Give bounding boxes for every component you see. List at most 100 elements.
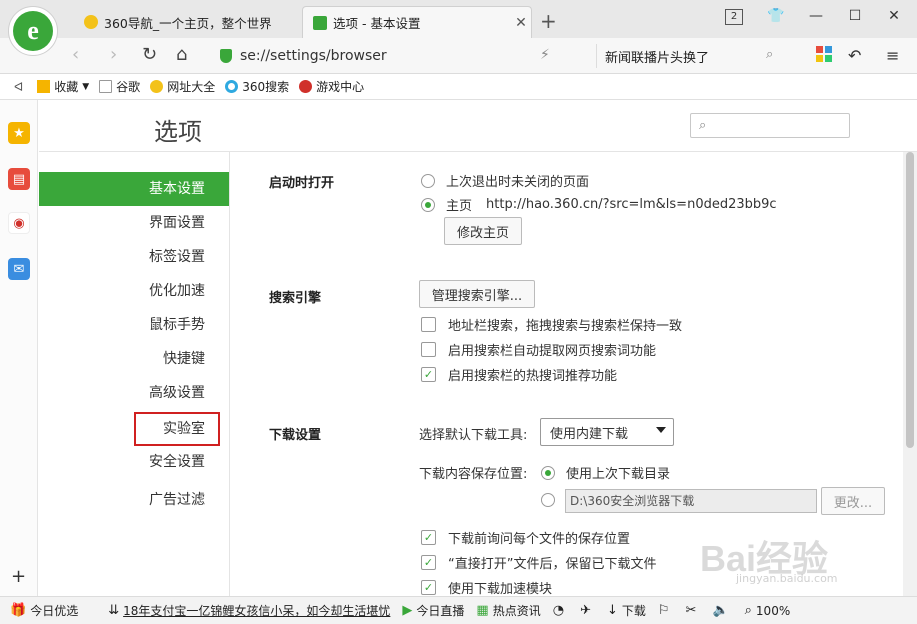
bookmark-game-center[interactable]: 游戏中心 xyxy=(299,78,364,95)
download-location-label: 下载内容保存位置: xyxy=(419,467,528,482)
today-pick[interactable]: 🎁 今日优选 xyxy=(10,602,78,619)
pin-icon[interactable]: ✈ xyxy=(580,603,595,618)
category-interface[interactable]: 界面设置 xyxy=(149,206,205,240)
category-shortcuts[interactable]: 快捷键 xyxy=(163,342,205,376)
star-icon xyxy=(37,80,51,93)
startup-homepage-option[interactable]: 主页 http://hao.360.cn/?src=lm&ls=n0ded23b… xyxy=(421,195,777,214)
change-homepage-button[interactable]: 修改主页 xyxy=(444,217,522,245)
mail-icon[interactable]: ✉ xyxy=(8,258,30,280)
flag-icon[interactable]: ⚐ xyxy=(658,603,674,618)
page-title: 选项 xyxy=(154,118,202,146)
search-hot-words-checkbox[interactable]: ✓ 启用搜索栏的热搜词推荐功能 xyxy=(421,365,617,384)
volume-icon[interactable]: 🔈 xyxy=(712,603,732,618)
radio-button[interactable] xyxy=(541,493,555,507)
news-icon[interactable]: ▤ xyxy=(8,168,30,190)
home-button[interactable]: ⌂ xyxy=(176,44,187,65)
scrollbar[interactable] xyxy=(903,152,917,596)
download-accelerate-checkbox[interactable]: ✓ 使用下载加速模块 xyxy=(421,578,552,596)
category-mouse-gestures[interactable]: 鼠标手势 xyxy=(149,308,205,342)
settings-header: 选项 ⌕ xyxy=(39,100,917,152)
radio-button[interactable] xyxy=(541,465,555,480)
close-tab-icon[interactable]: ✕ xyxy=(511,15,531,31)
address-bar[interactable]: se://settings/browser xyxy=(220,44,590,68)
minimize-button[interactable]: — xyxy=(804,8,828,24)
download-icon: ↓ xyxy=(606,603,618,618)
startup-last-session-option[interactable]: 上次退出时未关闭的页面 xyxy=(421,171,589,190)
search-text: 新闻联播片头换了 xyxy=(605,50,710,66)
checkbox-checked[interactable]: ✓ xyxy=(421,367,436,382)
checkbox-checked[interactable]: ✓ xyxy=(421,555,436,570)
zoom-control[interactable]: ⌕ 100% xyxy=(745,603,791,618)
category-advanced[interactable]: 高级设置 xyxy=(149,376,205,410)
download-custom-dir-option[interactable] xyxy=(541,493,566,507)
tab-settings[interactable]: 选项 - 基本设置 ✕ xyxy=(302,6,532,38)
checkbox[interactable] xyxy=(421,317,436,332)
nav-bar: ‹ › ↻ ⌂ se://settings/browser ⚡ 新闻联播片头换了… xyxy=(0,38,917,74)
radio-button[interactable] xyxy=(421,197,435,212)
speed-icon[interactable]: ◔ xyxy=(553,603,568,618)
downloads[interactable]: ↓ 下载 xyxy=(607,602,646,619)
checkbox-checked[interactable]: ✓ xyxy=(421,580,436,595)
screenshot-icon[interactable]: ✂ xyxy=(686,603,701,618)
download-path-field[interactable]: D:\360安全浏览器下载 xyxy=(565,489,817,513)
category-lab[interactable]: 实验室 xyxy=(163,412,205,446)
close-window-button[interactable]: ✕ xyxy=(882,8,906,24)
favorites-star-icon[interactable]: ★ xyxy=(8,122,30,144)
chevron-down-icon: ▼ xyxy=(82,81,90,92)
download-tool-label: 选择默认下载工具: xyxy=(419,428,528,443)
browser-logo[interactable]: e xyxy=(8,6,58,56)
page-icon xyxy=(99,80,113,93)
weibo-icon[interactable]: ◉ xyxy=(8,212,30,234)
wrench-icon xyxy=(313,15,327,30)
search-icon[interactable]: ⌕ xyxy=(766,47,773,62)
play-icon: ▶ xyxy=(402,603,413,618)
maximize-button[interactable]: ☐ xyxy=(843,8,867,24)
title-bar: e 360导航_一个主页，整个世界 选项 - 基本设置 ✕ + 2 👕 — ☐ … xyxy=(0,0,917,56)
scrollbar-thumb[interactable] xyxy=(906,152,914,448)
undo-icon[interactable]: ↶ xyxy=(848,46,861,65)
download-keep-file-checkbox[interactable]: ✓ “直接打开”文件后，保留已下载文件 xyxy=(421,553,656,572)
tab-count-badge[interactable]: 2 xyxy=(725,9,743,25)
download-last-dir-option[interactable]: 使用上次下载目录 xyxy=(541,463,670,482)
shield-icon xyxy=(220,49,232,63)
bookmark-hao360[interactable]: 网址大全 xyxy=(150,78,215,95)
change-path-button[interactable]: 更改... xyxy=(821,487,885,515)
section-title-search: 搜索引擎 xyxy=(269,291,322,306)
search-auto-extract-checkbox[interactable]: 启用搜索栏自动提取网页搜索词功能 xyxy=(421,340,656,359)
today-live[interactable]: ▶ 今日直播 xyxy=(402,602,464,619)
reload-button[interactable]: ↻ xyxy=(142,44,157,65)
settings-search-input[interactable]: ⌕ xyxy=(690,113,850,138)
tab-360-nav[interactable]: 360导航_一个主页，整个世界 xyxy=(74,6,300,38)
status-bar: 🎁 今日优选 ⇊ 18年支付宝一亿锦鲤女孩信小呆，如今却生活堪忧 ▶ 今日直播 ▦ 热点… xyxy=(0,596,917,624)
bookmark-google[interactable]: 谷歌 xyxy=(99,78,140,95)
bookmark-360search[interactable]: 360搜索 xyxy=(225,78,289,95)
search-sync-checkbox[interactable]: 地址栏搜索，拖拽搜索与搜索栏保持一致 xyxy=(421,315,682,334)
category-tabs[interactable]: 标签设置 xyxy=(149,240,205,274)
download-tool-select[interactable]: 使用内建下载 xyxy=(540,418,674,446)
radio-button[interactable] xyxy=(421,173,435,188)
category-security[interactable]: 安全设置 xyxy=(149,445,205,479)
sidebar-toggle-icon[interactable]: ᐊ xyxy=(14,80,23,94)
category-ad-filter[interactable]: 广告过滤 xyxy=(149,483,205,517)
menu-icon[interactable]: ≡ xyxy=(886,46,899,65)
forward-button[interactable]: › xyxy=(110,44,117,65)
add-icon[interactable]: + xyxy=(11,566,26,587)
news-grid-icon: ▦ xyxy=(476,603,489,618)
tab-label: 360导航_一个主页，整个世界 xyxy=(104,15,272,31)
chevron-down-icon xyxy=(656,427,666,433)
manage-search-engines-button[interactable]: 管理搜索引擎... xyxy=(419,280,535,308)
back-button[interactable]: ‹ xyxy=(72,44,79,65)
settings-category-nav: 基本设置 界面设置 标签设置 优化加速 鼠标手势 快捷键 高级设置 实验室 安全… xyxy=(39,152,230,596)
news-ticker[interactable]: ⇊ 18年支付宝一亿锦鲤女孩信小呆，如今却生活堪忧 xyxy=(108,602,390,619)
download-ask-location-checkbox[interactable]: ✓ 下载前询问每个文件的保存位置 xyxy=(421,528,630,547)
checkbox-checked[interactable]: ✓ xyxy=(421,530,436,545)
checkbox[interactable] xyxy=(421,342,436,357)
apps-icon[interactable] xyxy=(816,46,832,62)
new-tab-button[interactable]: + xyxy=(540,9,557,33)
shirt-icon[interactable]: 👕 xyxy=(764,8,788,24)
category-optimize[interactable]: 优化加速 xyxy=(149,274,205,308)
flash-icon[interactable]: ⚡ xyxy=(540,47,550,63)
bookmark-favorites[interactable]: 收藏 ▼ xyxy=(37,78,89,95)
hot-news[interactable]: ▦ 热点资讯 xyxy=(476,602,540,619)
category-basic[interactable]: 基本设置 xyxy=(39,172,229,206)
